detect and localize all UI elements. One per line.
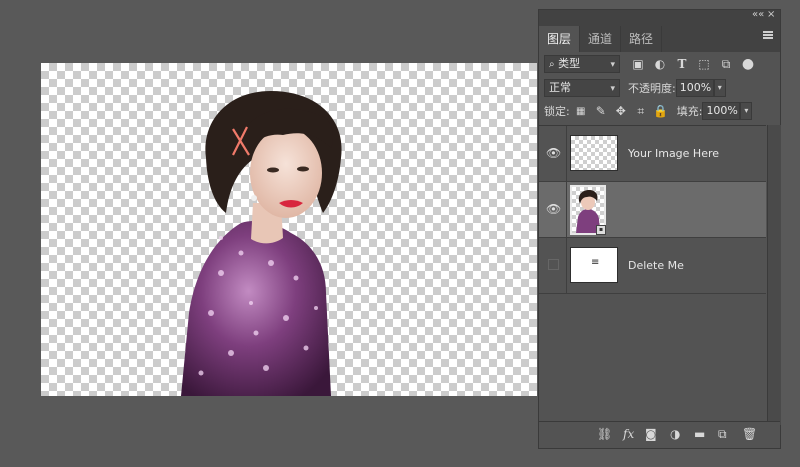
divider bbox=[566, 182, 567, 237]
layer-thumbnail: ≡ bbox=[570, 247, 618, 283]
chevron-down-icon: ▾ bbox=[610, 84, 615, 94]
layer-row[interactable]: ≡ Delete Me bbox=[539, 238, 766, 294]
close-icon[interactable]: × bbox=[767, 9, 775, 21]
filter-toggle-icon[interactable]: ● bbox=[740, 56, 756, 72]
lock-artboard-icon[interactable]: ⌗ bbox=[633, 103, 649, 119]
layer-name[interactable]: Your Image Here bbox=[628, 147, 719, 160]
adjustment-icon[interactable]: ◑ bbox=[670, 427, 680, 441]
eye-icon[interactable]: 👁 bbox=[546, 202, 561, 216]
fx-icon[interactable]: fx bbox=[623, 427, 634, 441]
panel-menu-icon[interactable] bbox=[763, 31, 773, 39]
eye-icon[interactable]: 👁 bbox=[546, 146, 561, 160]
filter-row: ⌕ 类型 ▾ ▣ ◐ T ⬚ ⧉ ● bbox=[539, 53, 780, 75]
lock-move-icon[interactable]: ✥ bbox=[613, 103, 629, 119]
chevron-down-icon: ▾ bbox=[610, 60, 615, 70]
lock-brush-icon[interactable]: ✎ bbox=[593, 103, 609, 119]
blend-row: 正常 ▾ 不透明度: 100% ▾ bbox=[539, 77, 780, 99]
filter-shape-icon[interactable]: ⬚ bbox=[696, 56, 712, 72]
new-layer-icon[interactable]: ⧉ bbox=[718, 427, 727, 442]
panel-tabs: 图层 通道 路径 bbox=[539, 22, 780, 52]
layer-thumbnail bbox=[570, 135, 618, 171]
lock-row: 锁定: ▦ ✎ ✥ ⌗ 🔒 填充: 100% ▾ bbox=[539, 100, 780, 122]
portrait-image bbox=[181, 91, 342, 396]
tab-paths[interactable]: 路径 bbox=[621, 26, 663, 52]
filter-pixel-icon[interactable]: ▣ bbox=[630, 56, 646, 72]
smart-object-badge-icon: ▪ bbox=[596, 225, 606, 235]
text-content-icon: ≡ bbox=[591, 257, 600, 268]
opacity-label: 不透明度: bbox=[628, 82, 676, 95]
filter-kind-label: 类型 bbox=[558, 57, 581, 70]
layers-list: 👁 Your Image Here 👁 ▪ ≡ Delete Me bbox=[539, 125, 766, 426]
folder-icon[interactable]: ▬ bbox=[694, 427, 705, 441]
filter-kind-dropdown[interactable]: ⌕ 类型 ▾ bbox=[544, 55, 620, 73]
opacity-input[interactable]: 100% bbox=[675, 79, 714, 97]
lock-transparent-icon[interactable]: ▦ bbox=[573, 103, 589, 119]
lock-all-icon[interactable]: 🔒 bbox=[653, 103, 669, 119]
layers-panel: «« × 图层 通道 路径 ⌕ 类型 ▾ ▣ ◐ T ⬚ ⧉ ● 正常 ▾ 不透… bbox=[538, 9, 781, 449]
trash-icon[interactable]: 🗑 bbox=[742, 427, 757, 441]
fill-label: 填充: bbox=[676, 105, 703, 118]
fill-input[interactable]: 100% bbox=[702, 102, 741, 120]
tab-channels[interactable]: 通道 bbox=[580, 26, 622, 52]
divider bbox=[566, 126, 567, 181]
panel-bottom-toolbar: ⛓ fx ◙ ◑ ▬ ⧉ 🗑 bbox=[539, 421, 780, 448]
layer-row[interactable]: 👁 Your Image Here bbox=[539, 126, 766, 182]
fill-slider-toggle[interactable]: ▾ bbox=[740, 102, 753, 120]
filter-type-icon[interactable]: T bbox=[674, 56, 690, 72]
collapse-icon[interactable]: «« bbox=[752, 9, 764, 21]
document-canvas[interactable] bbox=[41, 63, 537, 396]
tab-layers[interactable]: 图层 bbox=[539, 26, 581, 52]
blend-mode-label: 正常 bbox=[549, 81, 571, 94]
layers-scrollbar[interactable] bbox=[767, 125, 781, 425]
smart-object-thumbnail: ▪ bbox=[570, 185, 606, 235]
divider bbox=[566, 238, 567, 293]
visibility-toggle[interactable] bbox=[548, 259, 559, 270]
link-icon[interactable]: ⛓ bbox=[597, 427, 612, 441]
search-icon: ⌕ bbox=[549, 59, 555, 70]
lock-label: 锁定: bbox=[544, 105, 570, 118]
filter-adjustment-icon[interactable]: ◐ bbox=[652, 56, 668, 72]
opacity-slider-toggle[interactable]: ▾ bbox=[713, 79, 726, 97]
filter-smart-object-icon[interactable]: ⧉ bbox=[718, 56, 734, 72]
mask-icon[interactable]: ◙ bbox=[645, 427, 657, 441]
blend-mode-dropdown[interactable]: 正常 ▾ bbox=[544, 79, 620, 97]
panel-titlebar: «« × bbox=[539, 9, 780, 22]
layer-name[interactable]: Delete Me bbox=[628, 259, 684, 272]
layer-row[interactable]: 👁 ▪ bbox=[539, 182, 766, 238]
